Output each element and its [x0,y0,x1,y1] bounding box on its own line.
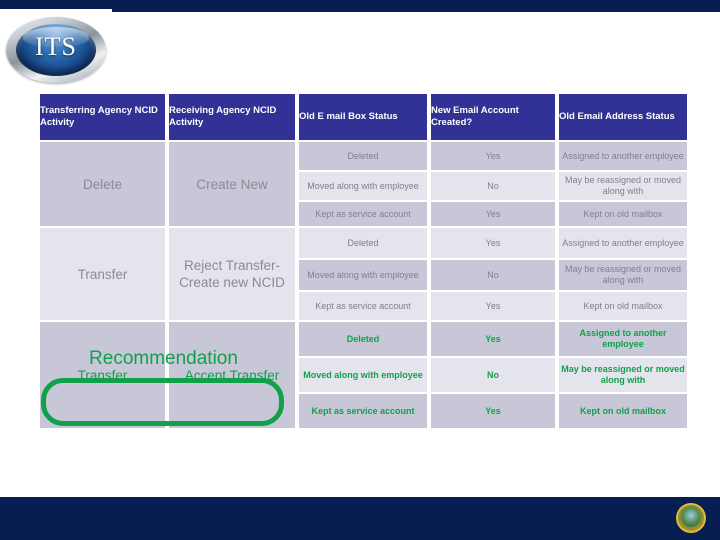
cell-new-email-account: No [431,260,555,290]
recommendation-label: Recommendation [89,348,238,369]
column-header-transferring-agency: Transferring Agency NCID Activity [40,94,165,140]
column-header-old-email-address-status: Old Email Address Status [559,94,687,140]
cell-old-mailbox-status: Kept as service account [299,202,427,226]
cell-new-email-account: No [431,172,555,200]
cell-old-mailbox-status: Deleted [299,322,427,356]
cell-old-mailbox-status: Kept as service account [299,292,427,320]
cell-receiving-activity-3: Accept Transfer [169,322,295,428]
column-header-new-email-account: New Email Account Created? [431,94,555,140]
top-bar-left-segment [0,0,112,9]
table-row: Transfer Reject Transfer-Create new NCID… [40,228,687,320]
cell-old-mailbox-status: Moved along with employee [299,172,427,200]
state-seal-icon [676,503,706,533]
cell-old-email-address-status: May be reassigned or moved along with [559,172,687,200]
cell-new-email-account: Yes [431,202,555,226]
cell-old-email-address-status: Assigned to another employee [559,142,687,170]
cell-transferring-activity-1: Delete [40,142,165,226]
cell-new-email-account: Yes [431,292,555,320]
cell-new-email-account: Yes [431,228,555,258]
cell-old-email-address-status: May be reassigned or moved along with [559,358,687,392]
top-bar-right-segment [112,0,720,12]
cell-old-email-address-status: Assigned to another employee [559,228,687,258]
cell-new-email-account: Yes [431,394,555,428]
cell-old-email-address-status: May be reassigned or moved along with [559,260,687,290]
bottom-bar [0,497,720,540]
cell-old-email-address-status: Kept on old mailbox [559,394,687,428]
its-logo: ITS [6,17,106,83]
cell-transferring-activity-2: Transfer [40,228,165,320]
cell-old-email-address-status: Assigned to another employee [559,322,687,356]
email-transition-matrix-table: Transferring Agency NCID Activity Receiv… [36,92,691,430]
state-seal-inner [682,509,700,527]
table-row: Delete Create New Deleted Yes Assigned t… [40,142,687,226]
cell-old-email-address-status: Kept on old mailbox [559,292,687,320]
cell-old-mailbox-status: Deleted [299,142,427,170]
column-header-old-mailbox-status: Old E mail Box Status [299,94,427,140]
column-header-receiving-agency: Receiving Agency NCID Activity [169,94,295,140]
table-header-row: Transferring Agency NCID Activity Receiv… [40,94,687,140]
cell-old-mailbox-status: Moved along with employee [299,358,427,392]
cell-receiving-activity-1: Create New [169,142,295,226]
cell-receiving-activity-2: Reject Transfer-Create new NCID [169,228,295,320]
cell-new-email-account: Yes [431,142,555,170]
cell-new-email-account: Yes [431,322,555,356]
logo-text: ITS [35,32,77,61]
cell-old-email-address-status: Kept on old mailbox [559,202,687,226]
cell-transferring-activity-3: Transfer [40,322,165,428]
cell-old-mailbox-status: Moved along with employee [299,260,427,290]
cell-new-email-account: No [431,358,555,392]
cell-old-mailbox-status: Deleted [299,228,427,258]
cell-old-mailbox-status: Kept as service account [299,394,427,428]
